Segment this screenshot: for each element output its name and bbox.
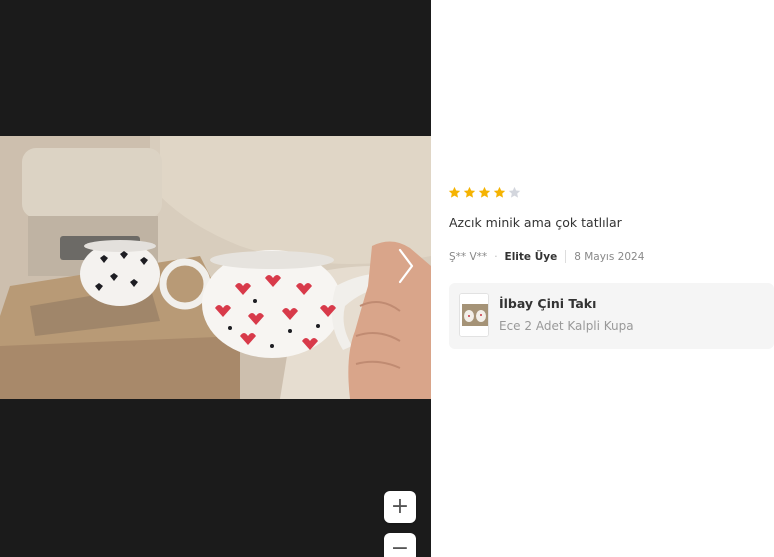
image-viewer: + − — [0, 0, 431, 557]
product-thumbnail — [459, 293, 489, 337]
plus-icon: + — [390, 494, 410, 519]
star-empty-icon — [508, 186, 521, 198]
zoom-in-button[interactable]: + — [384, 491, 416, 523]
meta-divider — [565, 250, 567, 263]
minus-icon: − — [390, 536, 410, 557]
reviewer-name: Ş** V** — [449, 250, 488, 263]
seller-name[interactable]: İlbay Çini Takı — [499, 296, 596, 311]
chevron-right-icon[interactable] — [394, 246, 418, 286]
elite-member-badge: Elite Üye — [504, 250, 558, 263]
meta-dot: · — [494, 250, 498, 263]
star-filled-icon — [463, 186, 476, 198]
zoom-out-button[interactable]: − — [384, 533, 416, 557]
review-date: 8 Mayıs 2024 — [574, 250, 645, 263]
review-panel: Azcık minik ama çok tatlılar Ş** V** · E… — [431, 0, 774, 557]
review-photo-image — [0, 136, 431, 399]
review-meta: Ş** V** · Elite Üye 8 Mayıs 2024 — [449, 250, 644, 263]
product-card[interactable]: İlbay Çini Takı Ece 2 Adet Kalpli Kupa — [449, 283, 774, 349]
star-filled-icon — [493, 186, 506, 198]
review-photo[interactable] — [0, 136, 431, 399]
star-filled-icon — [478, 186, 491, 198]
product-name[interactable]: Ece 2 Adet Kalpli Kupa — [499, 319, 634, 333]
review-comment: Azcık minik ama çok tatlılar — [449, 215, 622, 230]
rating-stars — [448, 186, 521, 199]
star-filled-icon — [448, 186, 461, 198]
